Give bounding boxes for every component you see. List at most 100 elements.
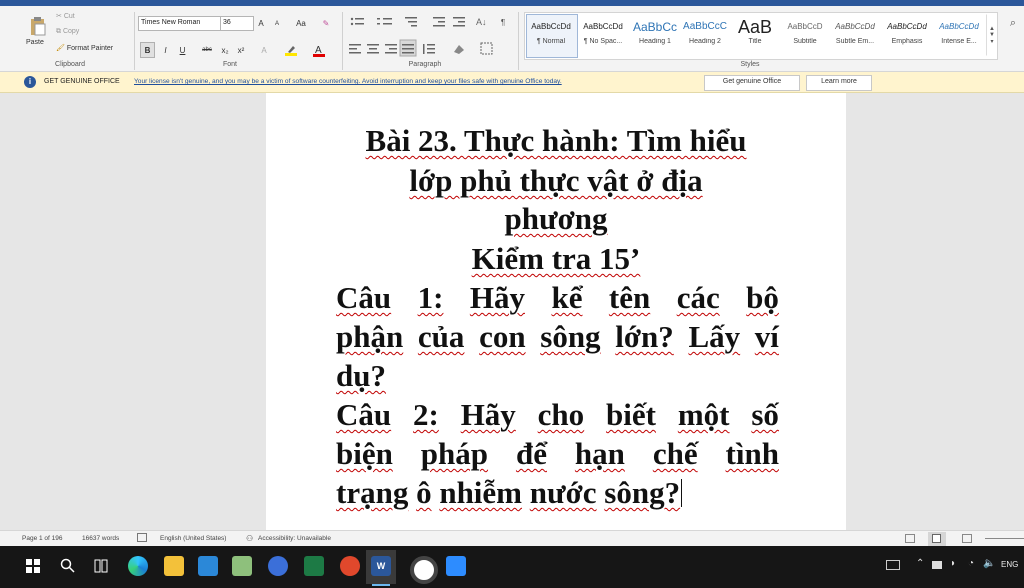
zalo-icon[interactable] [268,556,288,576]
app-icon[interactable] [232,556,252,576]
doc-subtitle-text: Kiểm tra 15’ [471,241,641,276]
style-preview: AaBbCc [632,20,678,34]
learn-more-button[interactable]: Learn more [806,75,872,91]
style-heading-2[interactable]: AaBbCcC Heading 2 [680,16,730,54]
word: sông? [604,475,681,510]
info-icon: i [24,76,36,88]
change-case-button[interactable]: Aa [290,16,312,31]
read-mode-icon[interactable] [905,534,915,543]
app-icon[interactable] [340,556,360,576]
message-bar: i GET GENUINE OFFICE Your license isn't … [0,72,1024,93]
underline-button[interactable]: U [175,42,190,58]
windows-start-icon[interactable] [26,559,40,573]
style-subtitle[interactable]: AaBbCcD Subtitle [780,16,830,54]
font-group-label: Font [222,61,237,68]
word: lớn? [615,319,674,354]
paste-icon [31,17,46,36]
show-formatting-button[interactable]: ¶ [496,14,510,30]
style-name: Heading 2 [689,38,721,45]
subscript-button[interactable]: x₂ [218,42,232,58]
strikethrough-button[interactable]: abc [198,42,216,58]
word: ví [754,319,779,354]
word: nước [529,475,597,510]
wifi-icon[interactable]: ◗ [950,558,956,569]
word: nhiễm [439,475,523,510]
word: phận [336,319,404,354]
increase-indent-icon [453,17,465,27]
proofing-icon[interactable] [137,533,147,542]
keyboard-icon[interactable] [886,560,900,570]
word-icon[interactable]: W [371,556,391,576]
paste-button[interactable] [24,12,52,40]
style-preview: AaBbCcDd [887,22,927,31]
search-icon[interactable] [60,558,76,574]
word-count[interactable]: 16637 words [82,535,119,542]
style-name: Heading 1 [639,38,671,45]
volume-icon[interactable]: 🔈 [983,558,995,569]
store-icon[interactable] [198,556,218,576]
style-intense-emphasis[interactable]: AaBbCcDd Intense E... [934,16,984,54]
text-effects-icon[interactable]: A [256,42,272,58]
word: Câu [336,280,392,315]
bold-button[interactable]: B [140,42,155,58]
cut-button[interactable]: ✂ Cut [56,12,75,20]
edge-icon[interactable] [128,556,148,576]
style-emphasis[interactable]: AaBbCcDd Emphasis [882,16,932,54]
format-painter-label: Format Painter [66,45,114,52]
accessibility-status[interactable]: Accessibility: Unavailable [258,535,331,542]
font-color-button[interactable]: A [310,42,328,58]
format-painter-icon: 🖌 [56,45,65,52]
page-count[interactable]: Page 1 of 196 [22,535,62,542]
format-painter-button[interactable]: 🖌 Format Painter [56,44,113,52]
more-icon: ▾ [990,38,994,45]
text-cursor [681,479,683,507]
style-heading-1[interactable]: AaBbCc Heading 1 [630,16,680,54]
task-view-icon[interactable] [94,559,108,573]
question-2-line: biện pháp để hạn chế tình [336,435,779,473]
align-center-icon [367,44,379,54]
font-size-combo[interactable]: 36 [220,16,254,31]
highlight-color-button[interactable] [282,42,300,58]
message-link[interactable]: Your license isn't genuine, and you may … [134,78,696,85]
search-icon[interactable]: ⌕ [1004,14,1022,32]
superscript-button[interactable]: x² [234,42,248,58]
style-preview: AaBbCcDd [939,22,979,31]
styles-scroll[interactable]: ▲ ▼ ▾ [986,14,998,56]
zoom-slider[interactable] [985,538,1024,539]
language-status[interactable]: English (United States) [160,535,226,542]
document-page[interactable]: Bài 23. Thực hành: Tìm hiểu lớp phủ thực… [266,93,846,530]
question-2-line: trạng ô nhiễm nước sông? [336,474,779,512]
copy-button[interactable]: ⧉ Copy [56,28,79,36]
font-name-combo[interactable]: Times New Roman [138,16,222,31]
style-normal[interactable]: AaBbCcDd ¶ Normal [526,16,576,54]
decrease-indent-icon [433,17,445,27]
style-no-spacing[interactable]: AaBbCcDd ¶ No Spac... [578,16,628,54]
word: bộ [746,280,779,315]
style-subtle-emphasis[interactable]: AaBbCcDd Subtle Em... [830,16,880,54]
file-explorer-icon[interactable] [164,556,184,576]
word: một [677,397,730,432]
word: biết [606,397,656,432]
doc-title-text: phương [504,201,608,236]
network-icon[interactable]: ◔ [968,558,974,569]
italic-button[interactable]: I [158,42,173,58]
shrink-font-button[interactable]: A [270,16,284,31]
clear-formatting-icon[interactable]: ✎ [318,16,334,31]
style-title[interactable]: AaB Title [730,16,780,54]
grow-font-button[interactable]: A [254,16,268,31]
get-genuine-office-button[interactable]: Get genuine Office [704,75,800,91]
ribbon-home: Paste ✂ Cut ⧉ Copy 🖌 Format Painter Clip… [0,6,1024,72]
obs-icon[interactable] [410,556,438,584]
paragraph-group-label: Paragraph [408,61,442,68]
chevron-up-icon[interactable]: ⌃ [916,558,924,569]
cut-label: Cut [63,13,75,20]
svg-text:A↓: A↓ [476,17,487,27]
zoom-icon[interactable] [446,556,466,576]
excel-icon[interactable] [304,556,324,576]
active-indicator [372,584,390,586]
style-name: Intense E... [941,38,977,45]
battery-icon[interactable] [932,561,942,569]
language-indicator[interactable]: ENG [1001,560,1018,569]
word: hạn [574,436,625,471]
web-layout-icon[interactable] [962,534,972,543]
